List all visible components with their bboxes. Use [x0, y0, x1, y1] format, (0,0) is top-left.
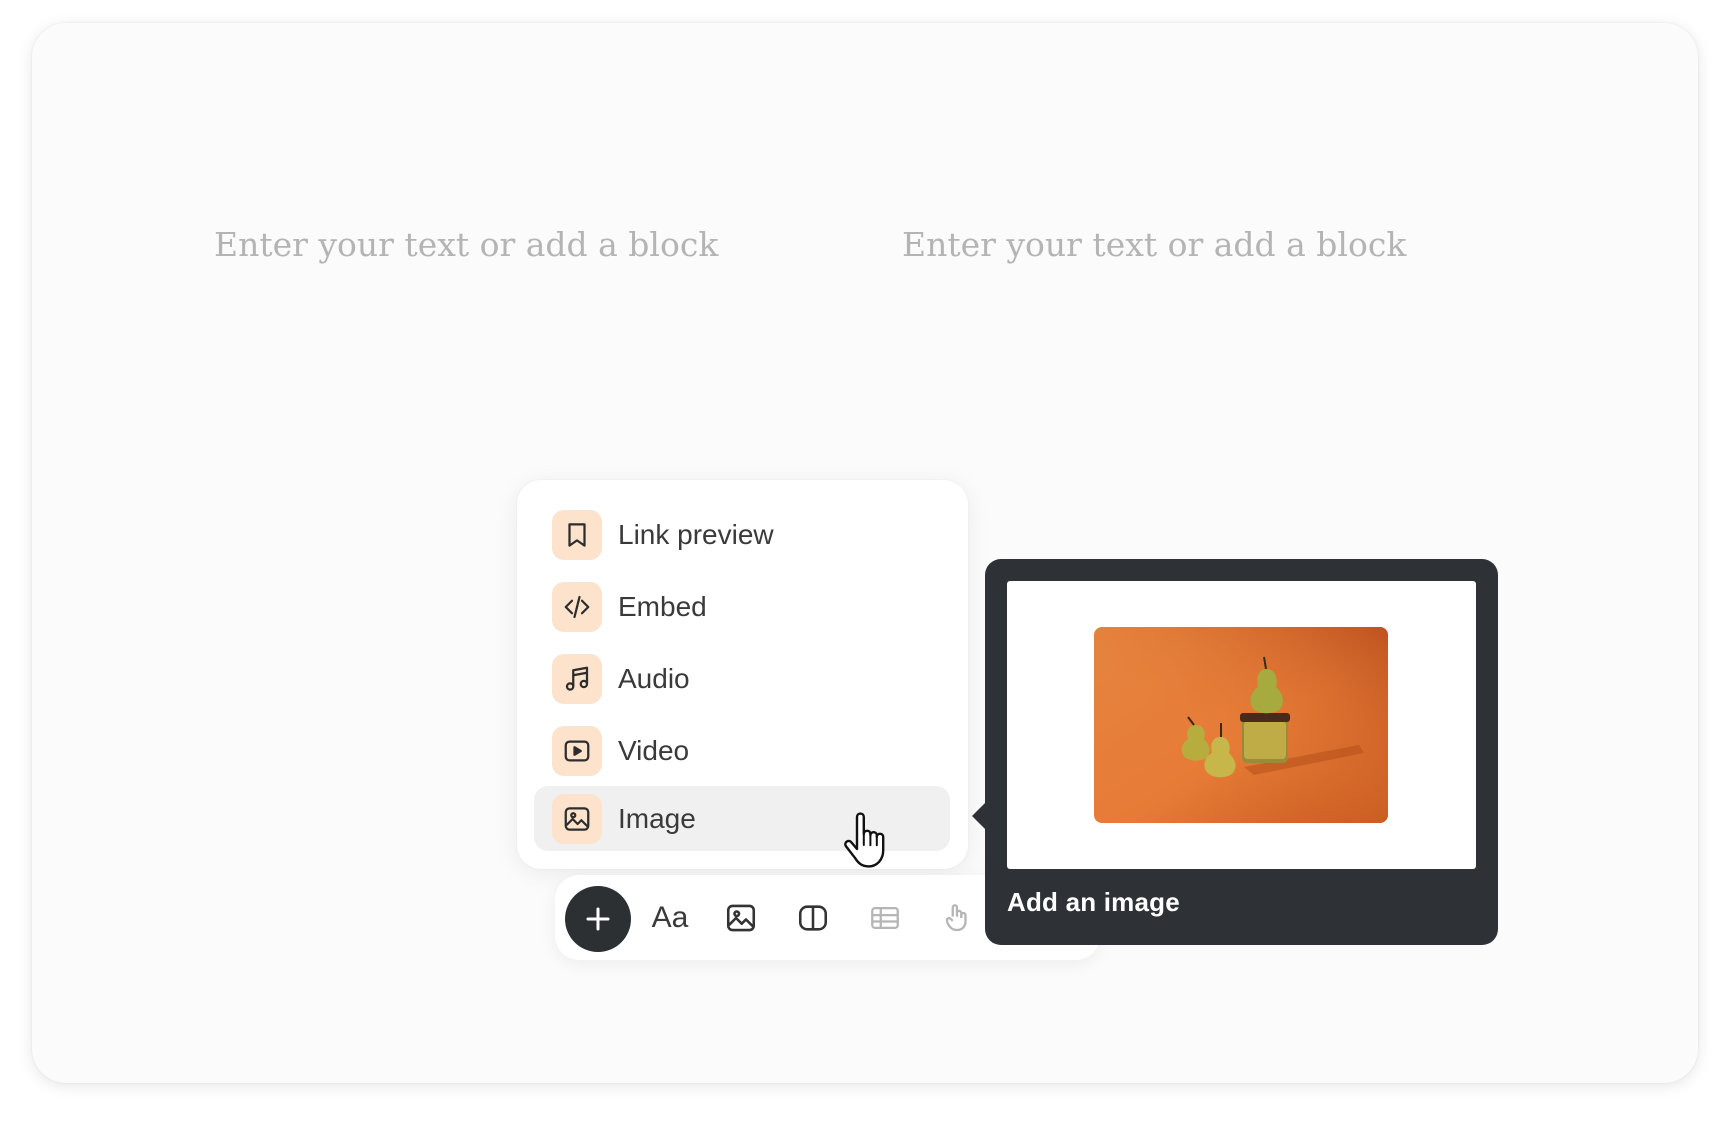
image-button[interactable]	[718, 895, 764, 941]
tooltip-preview	[1007, 581, 1476, 869]
music-note-icon	[552, 653, 602, 704]
text-style-button[interactable]: Aa	[647, 895, 693, 941]
gesture-icon	[945, 904, 967, 932]
columns-icon	[798, 905, 828, 931]
columns-button[interactable]	[790, 895, 836, 941]
hand-cursor-icon	[844, 812, 885, 868]
image-icon	[726, 904, 756, 932]
tooltip-caption: Add an image	[1007, 887, 1180, 917]
play-icon	[552, 725, 602, 776]
image-icon	[552, 793, 602, 844]
table-button[interactable]	[862, 895, 908, 941]
gesture-button[interactable]	[934, 895, 980, 941]
menu-item-label: Audio	[618, 662, 690, 694]
image-block-tooltip: Add an image	[972, 559, 1498, 945]
plus-icon	[586, 907, 610, 931]
menu-item-audio[interactable]: Audio	[534, 646, 950, 711]
right-column-text-input[interactable]: Enter your text or add a block	[902, 225, 1406, 264]
tooltip-arrow	[972, 803, 985, 829]
add-block-button[interactable]	[565, 886, 631, 952]
menu-item-link-preview[interactable]: Link preview	[534, 502, 950, 567]
menu-item-image[interactable]: Image	[534, 786, 950, 851]
bookmark-icon	[552, 509, 602, 560]
menu-item-embed[interactable]: Embed	[534, 574, 950, 639]
left-column-text-input[interactable]: Enter your text or add a block	[214, 225, 718, 264]
menu-item-label: Image	[618, 802, 696, 834]
menu-item-label: Link preview	[618, 518, 774, 550]
menu-item-video[interactable]: Video	[534, 718, 950, 783]
pears-preview-image	[1094, 627, 1388, 823]
menu-item-label: Embed	[618, 590, 707, 622]
code-icon	[552, 581, 602, 632]
insert-block-menu: Link preview Embed Audio Video Image	[517, 480, 968, 869]
menu-item-label: Video	[618, 734, 690, 766]
table-icon	[871, 906, 899, 930]
